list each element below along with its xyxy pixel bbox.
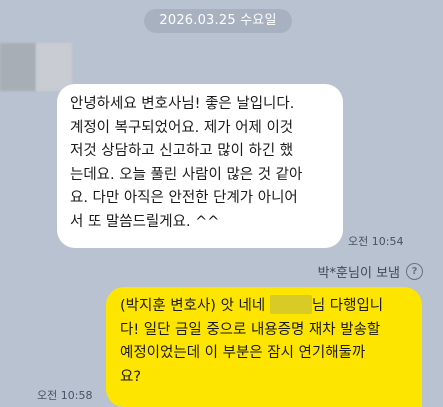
incoming-message-line: 요. 다만 아직은 안전한 단계가 아니어 (70, 190, 298, 206)
incoming-message-line: 서 또 말씀드릴게요. ^^ (70, 213, 220, 230)
incoming-message-time: 오전 10:54 (348, 235, 404, 248)
outgoing-message-bubble[interactable]: (박지훈 변호사) 앗 네네 님 다행입니 다! 일단 금일 중으로 내용증명 … (106, 287, 422, 407)
incoming-message-bubble[interactable]: 안녕하세요 변호사님! 좋은 날입니다. 계정이 복구되었어요. 제가 어제 이… (57, 84, 343, 248)
question-mark-icon[interactable]: ? (406, 263, 423, 280)
incoming-message-line: 는데요. 오늘 풀린 사람이 많은 것 같아 (70, 166, 303, 183)
outgoing-message-line: 요? (120, 368, 142, 385)
outgoing-message-text: 님 다행입니 (311, 298, 384, 314)
avatar-blur-right (36, 43, 72, 91)
outgoing-message-line: 예정이었는데 이 부분은 잠시 연기해둘까 (120, 345, 366, 361)
outgoing-message-text: (박지훈 변호사) 앗 네네 (120, 298, 270, 314)
incoming-message-line: 안녕하세요 변호사님! 좋은 날입니다. (70, 96, 295, 112)
outgoing-message-line: 다! 일단 금일 중으로 내용증명 재차 발송할 (120, 321, 381, 338)
incoming-message-line: 저것 상담하고 신고하고 많이 하긴 했 (70, 143, 294, 159)
redacted-name (269, 295, 312, 314)
blurred-avatar[interactable] (0, 43, 72, 91)
date-divider: 2026.03.25 수요일 (144, 9, 292, 33)
avatar-blur-left (0, 43, 36, 91)
outgoing-message-line: (박지훈 변호사) 앗 네네 님 다행입니 (120, 295, 410, 319)
sender-label: 박*훈님이 보냄 (317, 266, 400, 281)
incoming-message-line: 계정이 복구되었어요. 제가 어제 이것 (70, 119, 294, 136)
sender-info: 박*훈님이 보냄 ? (318, 262, 423, 281)
